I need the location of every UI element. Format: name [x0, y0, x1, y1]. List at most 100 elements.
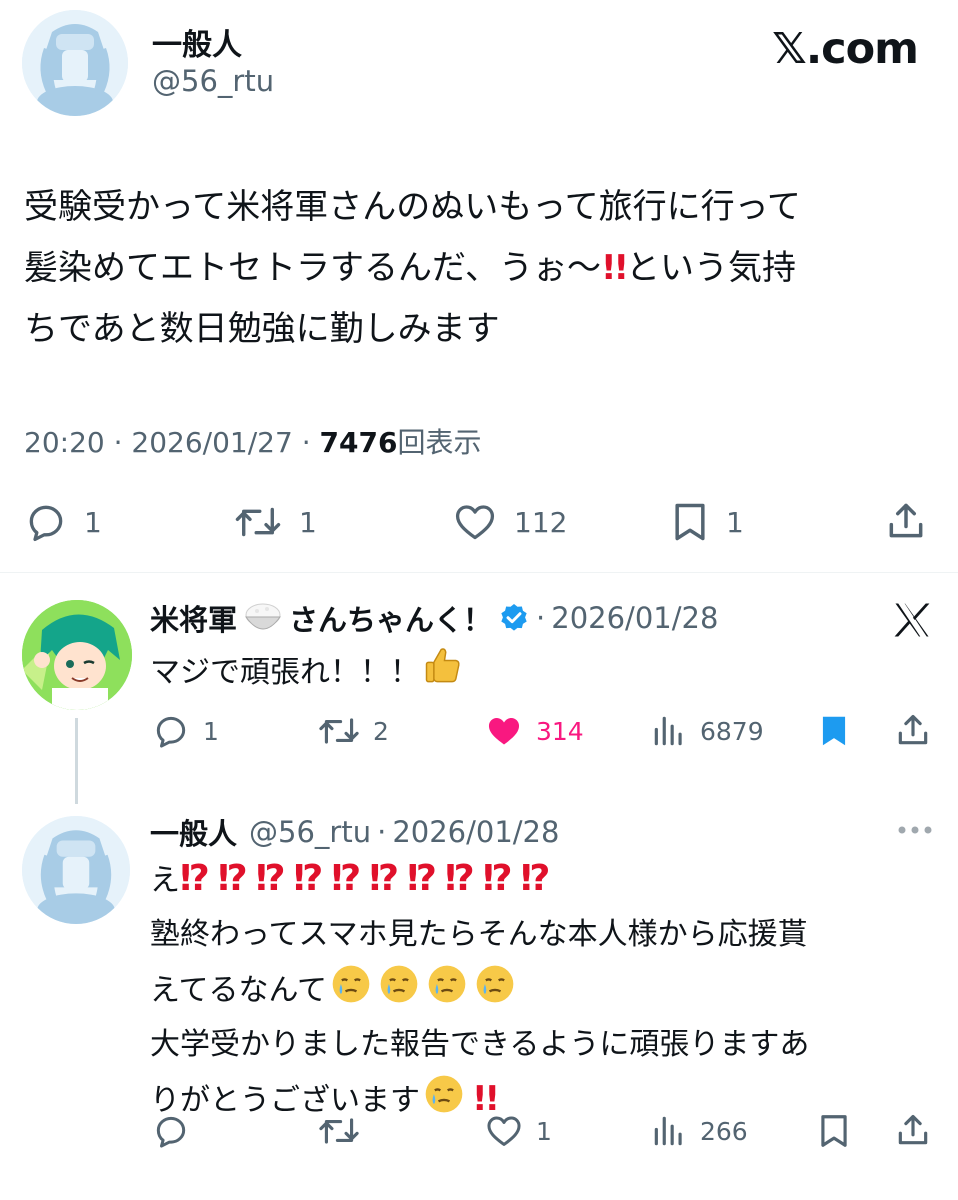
reply2-text: え⁉⁉⁉⁉⁉⁉⁉⁉⁉⁉ 塾終わってスマホ見たらそんな本人様から応援貰 えてるなん… [150, 852, 940, 1128]
bookmark-filled-icon [822, 716, 846, 746]
reply2-date[interactable]: 2026/01/28 [392, 815, 559, 849]
reply2-line-1-prefix: え [150, 863, 180, 898]
like-count: 112 [514, 505, 568, 539]
reply2-views-button[interactable]: 266 [650, 1112, 748, 1150]
reply-author-avatar[interactable] [22, 600, 132, 710]
meta-separator: · [113, 426, 123, 459]
author-name[interactable]: 一般人 [152, 20, 242, 64]
reply2-view-count: 266 [700, 1116, 748, 1146]
crying-face-icon [425, 1075, 463, 1113]
repost-icon [319, 718, 359, 744]
bookmark-icon [821, 1115, 847, 1147]
interrobang-icon: ⁉ [482, 858, 521, 899]
interrobang-icon: ⁉ [520, 858, 559, 899]
tweet-text-line-2: 髪染めてエトセトラするんだ、うぉ〜!!という気持 [24, 238, 944, 299]
avatar-ghost-icon [22, 816, 130, 924]
crying-face-icon [476, 965, 514, 1003]
reply1-repost-count: 2 [373, 716, 389, 746]
reply-icon [29, 505, 63, 542]
author-handle[interactable]: @56_rtu [152, 64, 274, 98]
share-button[interactable] [884, 498, 928, 544]
thumbs-up-icon [425, 648, 460, 683]
reply1-bookmark-button[interactable] [816, 712, 852, 750]
reply2-share-button[interactable] [894, 1110, 932, 1150]
reply2-like-button[interactable]: 1 [484, 1112, 552, 1150]
avatar-ghost-icon [22, 10, 128, 116]
interrobang-icon: ⁉ [293, 858, 332, 899]
reply1-like-count: 314 [536, 716, 584, 746]
reply1-repost-button[interactable]: 2 [317, 712, 389, 750]
crying-face-icon [332, 965, 370, 1003]
x-logo-icon [889, 598, 935, 646]
repost-icon [319, 1118, 359, 1144]
reply1-reply-button[interactable]: 1 [151, 712, 219, 750]
reply2-header: 一般人 @56_rtu · 2026/01/28 [150, 811, 559, 853]
views-icon [654, 1116, 682, 1146]
reply1-text-body: マジで頑張れ！！！ [150, 655, 420, 690]
tweet-time[interactable]: 20:20 [24, 426, 105, 459]
reply2-line-4: 大学受かりました報告できるように頑張りますあ [150, 1027, 810, 1062]
view-label: 回表示 [397, 426, 482, 459]
author-avatar[interactable] [22, 10, 128, 116]
reply1-author-name-b[interactable]: さんちゃんく！ [289, 597, 492, 639]
tweet-meta: 20:20 · 2026/01/27 · 7476回表示 [24, 421, 481, 461]
like-icon [455, 505, 495, 540]
reply1-like-button[interactable]: 314 [484, 712, 584, 750]
interrobang-icon: ⁉ [407, 858, 445, 899]
crying-face-icon [428, 965, 466, 1003]
interrobang-icon: ⁉ [255, 858, 294, 899]
tweet-text-line-3: ちであと数日勉強に勤しみます [24, 309, 500, 349]
tweet-text-line-1: 受験受かって米将軍さんのぬいもって旅行に行って [24, 187, 801, 227]
bookmark-count: 1 [726, 505, 744, 539]
reply1-header: 米将軍 さんちゃんく！ · 2026/01/28 [150, 597, 718, 639]
reply1-date[interactable]: 2026/01/28 [551, 601, 718, 635]
reply2-reply-button[interactable] [151, 1112, 191, 1150]
like-button[interactable]: 112 [452, 500, 567, 544]
reply-icon [156, 716, 186, 748]
rice-bowl-icon [245, 603, 281, 630]
reply-count: 1 [84, 505, 102, 539]
meta-separator: · [301, 426, 311, 459]
interrobang-icon: ⁉ [217, 858, 256, 899]
verified-icon [501, 604, 527, 631]
views-icon [654, 716, 682, 746]
reply2-line-1: え⁉⁉⁉⁉⁉⁉⁉⁉⁉⁉ [150, 852, 940, 908]
tweet-text-line-2a: 髪染めてエトセトラするんだ、うぉ〜 [24, 248, 601, 288]
reply-icon [156, 1116, 186, 1148]
reply2-author-avatar[interactable] [22, 816, 130, 924]
reply2-bookmark-button[interactable] [816, 1112, 852, 1150]
share-icon [889, 503, 923, 538]
more-icon[interactable] [896, 820, 934, 844]
reply2-author-handle[interactable]: @56_rtu [249, 815, 371, 849]
view-count: 7476 [319, 426, 398, 459]
like-icon [487, 1116, 521, 1146]
reply2-repost-button[interactable] [317, 1112, 361, 1150]
reply2-line-3-text: えてるなんて [150, 973, 327, 1008]
reply1-separator: · [536, 601, 546, 635]
reply1-reply-count: 1 [203, 716, 219, 746]
reply2-author-name[interactable]: 一般人 [150, 811, 237, 853]
repost-button[interactable]: 1 [233, 500, 317, 544]
share-icon [898, 1114, 928, 1145]
repost-icon [235, 507, 281, 537]
reply1-views-button[interactable]: 6879 [650, 712, 764, 750]
interrobang-icon: ⁉ [331, 858, 370, 899]
bookmark-button[interactable]: 1 [670, 500, 744, 544]
reply1-author-name-a[interactable]: 米将軍 [150, 597, 237, 639]
tweet-text-line-2b: という気持 [626, 248, 796, 288]
divider [0, 572, 958, 573]
double-exclamation-icon: !! [600, 248, 629, 288]
tweet-date[interactable]: 2026/01/27 [131, 426, 292, 459]
crying-face-icon [380, 965, 418, 1003]
reply1-view-count: 6879 [700, 716, 764, 746]
interrobang-icon: ⁉ [369, 858, 408, 899]
reply-button[interactable]: 1 [24, 500, 102, 544]
reply2-separator: · [377, 815, 387, 849]
reply1-share-button[interactable] [894, 710, 932, 750]
interrobang-icon: ⁉ [444, 858, 483, 899]
anime-avatar-icon [22, 600, 132, 710]
reply2-like-count: 1 [536, 1116, 552, 1146]
reply1-text: マジで頑張れ！！！ [150, 644, 466, 699]
like-filled-icon [488, 718, 520, 745]
share-icon [898, 714, 928, 745]
